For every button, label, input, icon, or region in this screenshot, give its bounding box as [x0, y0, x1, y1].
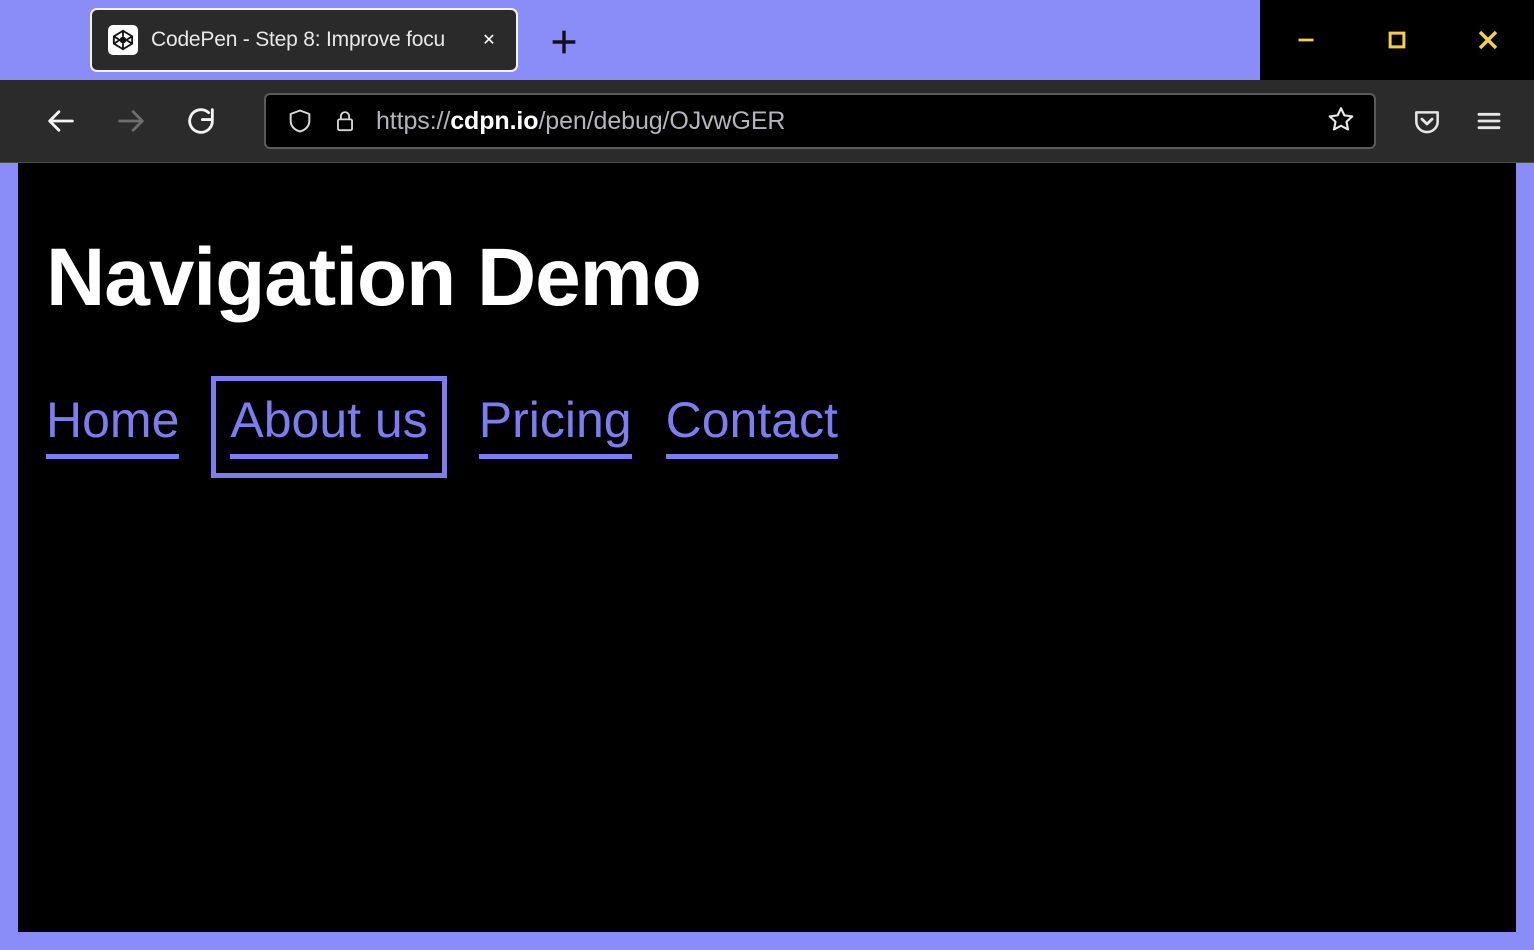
- back-button[interactable]: [26, 93, 96, 149]
- maximize-button[interactable]: [1360, 10, 1434, 70]
- nav-link-pricing[interactable]: Pricing: [479, 395, 632, 459]
- url-host: cdpn.io: [450, 107, 538, 135]
- maximize-icon: [1382, 25, 1412, 55]
- hamburger-menu-icon: [1473, 105, 1505, 137]
- navigation-toolbar: https://cdpn.io/pen/debug/OJvwGER: [0, 80, 1534, 163]
- main-navigation: Home About us Pricing Contact: [46, 395, 1516, 459]
- nav-link-home[interactable]: Home: [46, 395, 179, 459]
- arrow-left-icon: [44, 104, 78, 138]
- url-text[interactable]: https://cdpn.io/pen/debug/OJvwGER: [376, 107, 1304, 136]
- minimize-button[interactable]: [1269, 10, 1343, 70]
- url-path: /pen/debug/OJvwGER: [538, 107, 785, 135]
- new-tab-button[interactable]: [536, 14, 592, 70]
- address-bar[interactable]: https://cdpn.io/pen/debug/OJvwGER: [264, 93, 1376, 149]
- reload-button[interactable]: [166, 93, 236, 149]
- plus-icon: [547, 25, 581, 59]
- star-bookmark-icon[interactable]: [1322, 104, 1360, 139]
- pocket-icon: [1411, 105, 1443, 137]
- codepen-logo-icon: [108, 25, 138, 55]
- application-menu-button[interactable]: [1458, 93, 1520, 149]
- reload-icon: [184, 104, 218, 138]
- forward-button[interactable]: [96, 93, 166, 149]
- minimize-icon: [1291, 25, 1321, 55]
- nav-link-about-us[interactable]: About us: [230, 395, 427, 459]
- nav-link-contact[interactable]: Contact: [666, 395, 838, 459]
- close-window-button[interactable]: [1451, 10, 1525, 70]
- tab-close-icon[interactable]: ✕: [474, 25, 504, 55]
- padlock-secure-icon[interactable]: [332, 108, 358, 134]
- page-title: Navigation Demo: [46, 235, 1516, 321]
- browser-window: CodePen - Step 8: Improve focu ✕: [0, 0, 1534, 950]
- tracking-protection-shield-icon[interactable]: [286, 107, 314, 135]
- pocket-save-button[interactable]: [1396, 93, 1458, 149]
- page-content: Navigation Demo Home About us Pricing Co…: [18, 163, 1516, 932]
- arrow-right-icon: [114, 104, 148, 138]
- window-controls: [1260, 0, 1534, 80]
- tab-title: CodePen - Step 8: Improve focu: [151, 28, 461, 52]
- url-scheme: https://: [376, 107, 450, 135]
- tab-strip: CodePen - Step 8: Improve focu ✕: [0, 0, 1534, 80]
- browser-tab-active[interactable]: CodePen - Step 8: Improve focu ✕: [90, 8, 518, 72]
- close-icon: [1472, 24, 1504, 56]
